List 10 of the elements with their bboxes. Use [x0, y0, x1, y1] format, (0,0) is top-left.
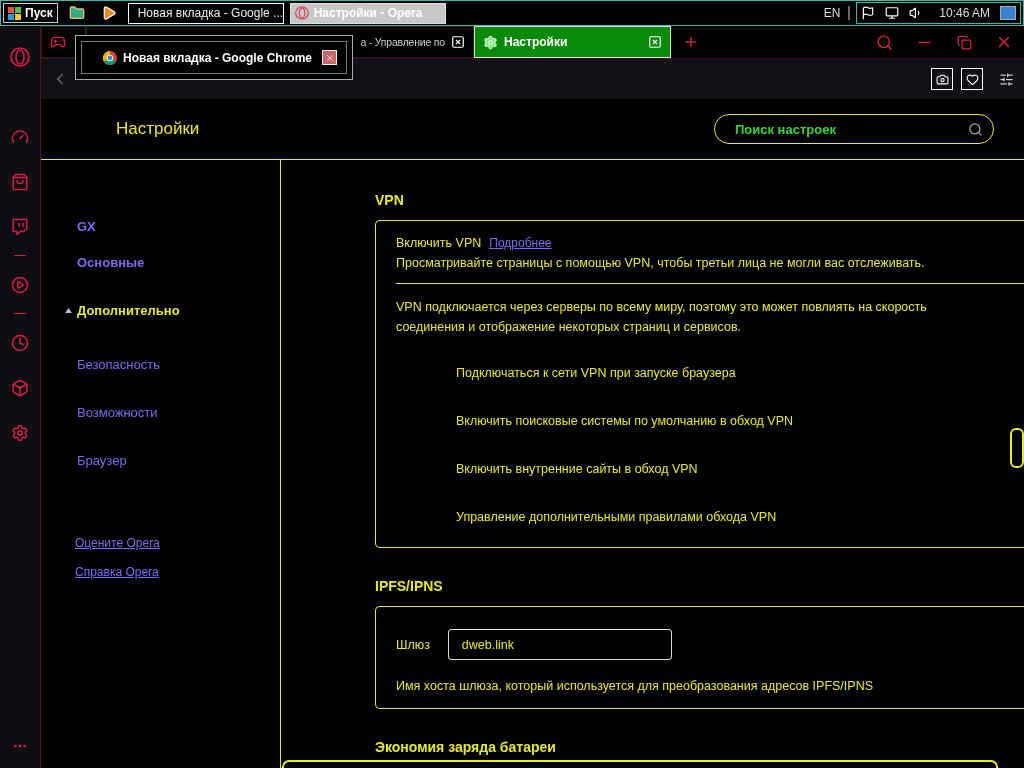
field-label: Шлюз: [396, 636, 430, 654]
section-title: VPN: [375, 192, 404, 208]
field-description: Имя хоста шлюза, который используется для преобразования адресов IPFS/IPNS: [396, 678, 874, 695]
tooltip-title: Новая вкладка - Google Chrome: [123, 50, 313, 65]
vpn-note: VPN подключается через серверы по всему миру, поэтому это может повлиять на скорость соединения и отображение некоторых страниц и сервисов.: [396, 299, 928, 336]
vpn-toggle-label: Включить VPN: [396, 235, 482, 252]
vpn-description: Просматривайте страницы с помощью VPN, чтобы третьи лица не могли вас отслеживать.: [396, 255, 926, 272]
section-title: IPFS/IPNS: [375, 578, 443, 594]
section-title: Экономия заряда батареи: [375, 739, 556, 755]
page-title: Настройки: [116, 119, 201, 139]
